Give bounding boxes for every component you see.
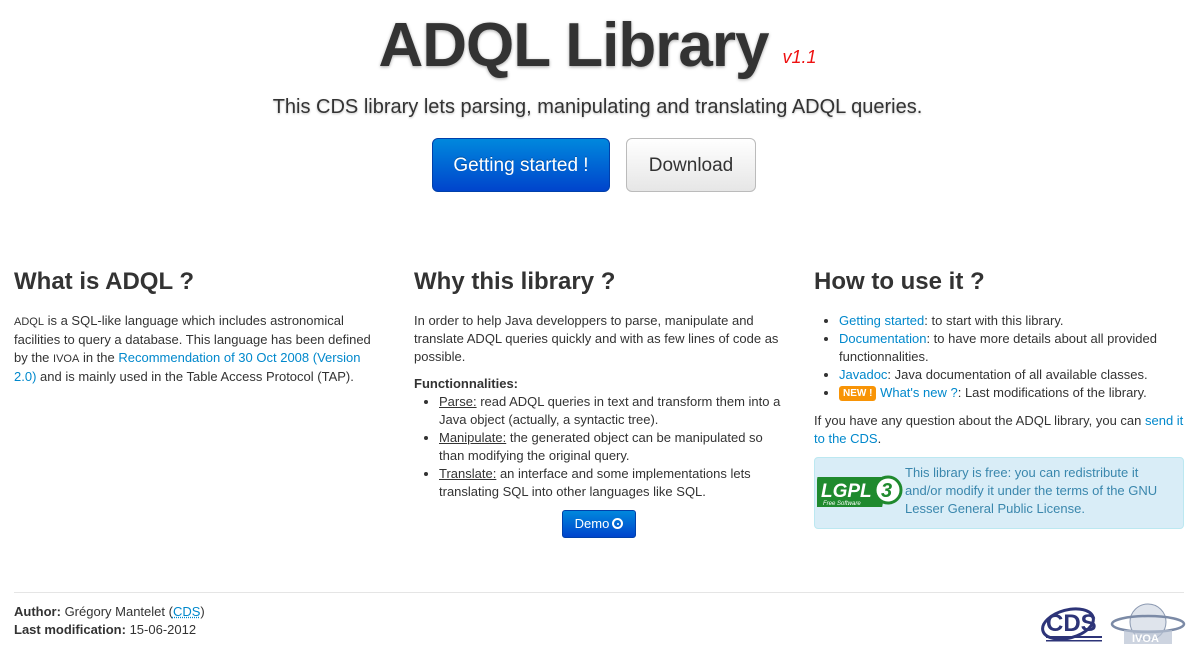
how-to-use-heading: How to use it ? [814,268,985,295]
getting-started-desc: : to start with this library. [924,313,1064,328]
how-to-use-list: Getting started: to start with this libr… [814,312,1186,402]
javadoc-link[interactable]: Javadoc [839,367,887,382]
what-is-adql-text: ADQL is a SQL-like language which includ… [14,312,386,386]
ivoa-logo[interactable]: IVOA [1110,600,1186,646]
whats-new-link[interactable]: What's new ? [880,385,958,400]
cds-logo-text: CDS [1046,610,1097,637]
cds-logo[interactable]: CDS [1038,600,1108,646]
footer-divider [14,592,1184,593]
how-to-use-section: How to use it ? Getting started: to star… [814,262,1186,529]
what-is-adql-text-part: and is mainly used in the Table Access P… [36,369,354,384]
lgpl-logo-subtext: Free Software [823,501,861,507]
whats-new-desc: : Last modifications of the library. [957,385,1147,400]
cds-link[interactable]: CDS [173,604,200,619]
last-modification-date: 15-06-2012 [129,622,197,637]
getting-started-button[interactable]: Getting started ! [432,138,610,192]
list-item: Translate: an interface and some impleme… [439,465,786,501]
list-item: Documentation: to have more details abou… [839,330,1186,366]
list-item: Parse: read ADQL queries in text and tra… [439,393,786,429]
list-item: Getting started: to start with this libr… [839,312,1186,330]
getting-started-link[interactable]: Getting started [839,313,924,328]
lgpl-logo[interactable]: LGPL Free Software 3 [817,474,905,510]
list-item: Manipulate: the generated object can be … [439,429,786,465]
author-name: Grégory Mantelet ( [64,604,173,619]
what-is-adql-text-part: in the [79,350,119,365]
ivoa-logo-text: IVOA [1132,633,1159,645]
last-modification-line: Last modification: 15-06-2012 [14,621,205,639]
why-intro-text: In order to help Java developpers to par… [414,313,779,364]
footer-info: Author: Grégory Mantelet (CDS) Last modi… [14,603,205,639]
parse-desc: read ADQL queries in text and transform … [439,394,781,427]
question-text-end: . [877,431,882,446]
what-is-adql-heading: What is ADQL ? [14,268,194,295]
hero-title-row: ADQL Library v1.1 [0,8,1195,84]
license-info-box: LGPL Free Software 3 This library is fre… [814,457,1184,529]
demo-button[interactable]: Demo [562,510,636,538]
demo-button-label: Demo [574,516,610,531]
page-title: ADQL Library [378,11,770,80]
question-text-part: If you have any question about the ADQL … [814,413,1145,428]
author-end: ) [200,604,205,619]
version-label: v1.1 [782,47,817,67]
list-item: Javadoc: Java documentation of all avail… [839,366,1186,384]
lgpl-logo-number: 3 [881,480,892,502]
author-line: Author: Grégory Mantelet (CDS) [14,603,205,621]
why-this-library-section: Why this library ? In order to help Java… [414,262,786,538]
last-modification-label: Last modification: [14,622,126,637]
what-is-adql-section: What is ADQL ? ADQL is a SQL-like langua… [14,262,386,384]
question-text: If you have any question about the ADQL … [814,412,1186,448]
functionnalities-list: Parse: read ADQL queries in text and tra… [414,393,786,501]
hero-subtitle: This CDS library lets parsing, manipulat… [272,96,923,118]
functionnalities-title: Functionnalities: [414,376,518,391]
adql-abbr: ADQL [14,316,44,328]
lgpl-logo-text: LGPL [821,481,872,502]
download-button[interactable]: Download [626,138,756,192]
circle-arrow-icon [612,518,624,529]
list-item: NEW ! What's new ?: Last modifications o… [839,384,1186,402]
translate-term: Translate: [439,466,497,481]
manipulate-term: Manipulate: [439,430,507,445]
javadoc-desc: : Java documentation of all available cl… [887,367,1148,382]
why-this-library-heading: Why this library ? [414,268,616,295]
author-label: Author: [14,604,61,619]
ivoa-abbr: IVOA [53,353,80,365]
documentation-link[interactable]: Documentation [839,331,926,346]
parse-term: Parse: [439,394,477,409]
license-text: This library is free: you can redistribu… [905,465,1158,516]
new-badge: NEW ! [839,386,877,401]
